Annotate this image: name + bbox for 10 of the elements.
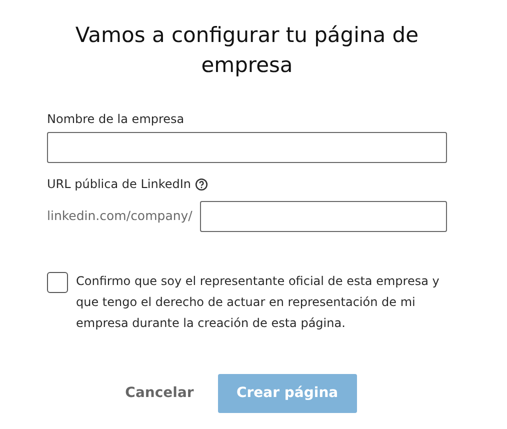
confirmation-text: Confirmo que soy el representante oficial de esta empresa y que tengo el derecho de actuar en representación de mi empresa durante la creación de esta página. [76,273,440,332]
cancel-button[interactable]: Cancelar [113,377,206,410]
company-name-field[interactable] [47,132,447,163]
url-prefix: linkedin.com/company/ [47,207,192,226]
confirm-checkbox[interactable] [47,272,68,293]
dialog-title: Vamos a configurar tu página de empresa [74,22,420,79]
field-label: URL pública de LinkedIn [47,176,191,193]
field-label: Nombre de la empresa [47,111,186,128]
help-icon[interactable] [195,178,208,190]
url-field[interactable] [200,201,447,232]
